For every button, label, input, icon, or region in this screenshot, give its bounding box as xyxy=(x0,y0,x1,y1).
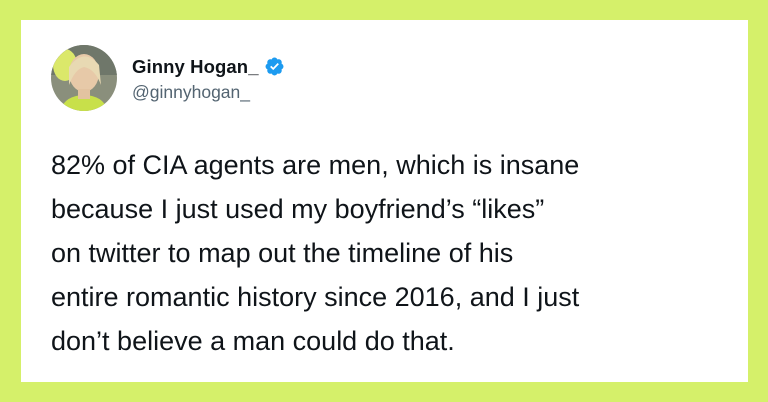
tweet-text-line: on twitter to map out the timeline of hi… xyxy=(51,238,514,268)
display-name-row: Ginny Hogan_ xyxy=(132,54,285,80)
tweet-text-line: don’t believe a man could do that. xyxy=(51,326,455,356)
avatar[interactable] xyxy=(51,45,117,111)
handle[interactable]: @ginnyhogan_ xyxy=(132,82,285,103)
tweet-text-line: because I just used my boyfriend’s “like… xyxy=(51,194,545,224)
author-info: Ginny Hogan_ @ginnyhogan_ xyxy=(132,54,285,103)
tweet-card: Ginny Hogan_ @ginnyhogan_ 82% of CIA age… xyxy=(21,20,748,382)
tweet-text-line: 82% of CIA agents are men, which is insa… xyxy=(51,150,580,180)
display-name[interactable]: Ginny Hogan_ xyxy=(132,56,259,78)
tweet-text-line: entire romantic history since 2016, and … xyxy=(51,282,580,312)
avatar-photo xyxy=(51,45,117,111)
tweet-header: Ginny Hogan_ @ginnyhogan_ xyxy=(51,45,285,111)
verified-badge-icon xyxy=(264,56,285,77)
tweet-text: 82% of CIA agents are men, which is insa… xyxy=(51,143,741,363)
